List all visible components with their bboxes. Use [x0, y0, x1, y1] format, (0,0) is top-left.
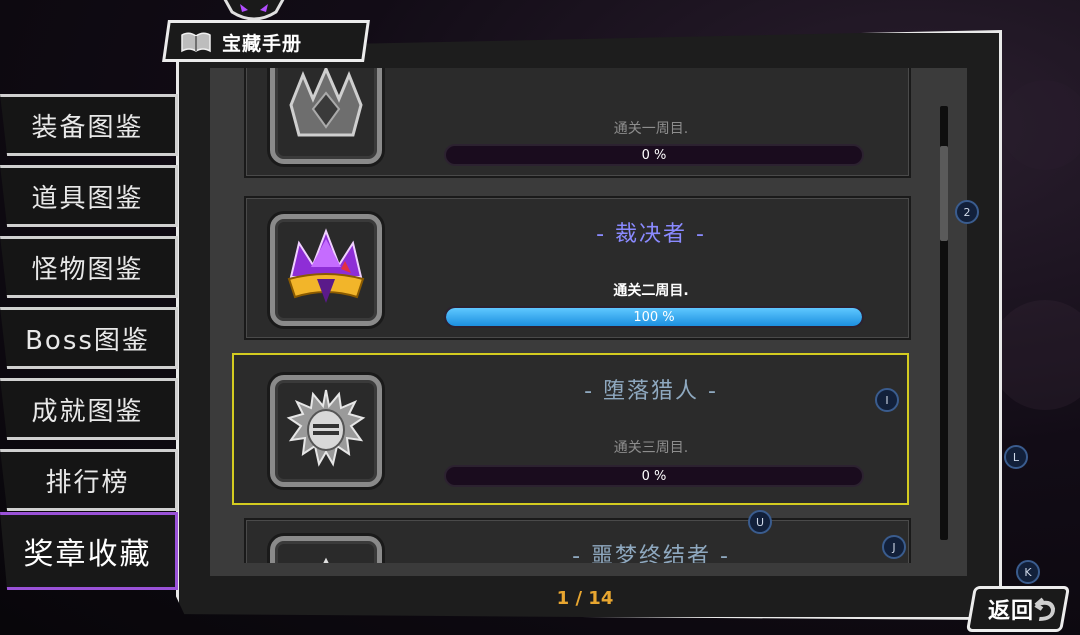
scrollbar[interactable]	[940, 106, 948, 540]
medal-card[interactable]: - 裁决者 - 通关二周目. 100 %	[244, 196, 911, 340]
medal-card[interactable]: 通关一周目. 0 %	[244, 68, 911, 178]
tab-leaderboard[interactable]: 排行榜	[0, 449, 178, 511]
tab-boss-codex[interactable]: Boss图鉴	[0, 307, 178, 369]
hotkey-badge: U	[748, 510, 772, 534]
silver-crown-icon	[323, 557, 329, 563]
tab-equipment-codex[interactable]: 装备图鉴	[0, 94, 178, 156]
medal-icon-frame	[270, 536, 382, 563]
medal-condition: 通关三周目.	[613, 440, 689, 456]
tab-label: 道具图鉴	[31, 183, 144, 214]
tab-label: 怪物图鉴	[31, 254, 144, 285]
book-icon	[181, 32, 211, 53]
knight-helmet-icon	[286, 389, 366, 467]
medal-name: - 裁决者 -	[596, 222, 706, 247]
tab-label: 排行榜	[45, 467, 130, 498]
title-area: 宝藏手册	[180, 24, 302, 60]
medal-name: - 堕落猎人 -	[584, 379, 718, 404]
medal-list-panel: 通关一周目. 0 % - 裁决者 - 通关二周目. 100 % - 堕落猎人 -…	[210, 68, 967, 576]
page-indicator: 1 / 14	[556, 588, 614, 609]
medal-icon-frame	[270, 214, 382, 326]
tab-label: 成就图鉴	[31, 396, 144, 427]
progress-text: 0 %	[641, 469, 667, 484]
scrollbar-thumb[interactable]	[940, 146, 948, 241]
progress-bar: 0 %	[444, 144, 864, 166]
hotkey-badge: J	[882, 535, 906, 559]
progress-text: 100 %	[633, 310, 675, 325]
tab-label: 奖章收藏	[23, 537, 152, 572]
purple-crown-icon	[287, 228, 365, 303]
tab-item-codex[interactable]: 道具图鉴	[0, 165, 178, 227]
medal-card[interactable]: - 噩梦终结者 -	[244, 518, 911, 563]
medal-icon-frame	[270, 68, 382, 164]
hotkey-badge: K	[1016, 560, 1040, 584]
progress-bar: 0 %	[444, 465, 864, 487]
medal-card-selected[interactable]: - 堕落猎人 - 通关三周目. 0 %	[232, 353, 909, 505]
progress-text: 0 %	[641, 148, 667, 163]
hotkey-badge: 2	[955, 200, 979, 224]
tab-monster-codex[interactable]: 怪物图鉴	[0, 236, 178, 298]
medal-condition: 通关二周目.	[613, 283, 689, 299]
back-button[interactable]: 返回	[965, 586, 1071, 632]
page-title: 宝藏手册	[222, 32, 303, 55]
progress-bar: 100 %	[444, 306, 864, 328]
return-arrow-icon	[1034, 597, 1056, 621]
medal-name: - 噩梦终结者 -	[572, 544, 730, 563]
hotkey-badge: I	[875, 388, 899, 412]
medal-list[interactable]: 通关一周目. 0 % - 裁决者 - 通关二周目. 100 % - 堕落猎人 -…	[210, 68, 967, 563]
hotkey-badge: L	[1004, 445, 1028, 469]
tab-achievement-codex[interactable]: 成就图鉴	[0, 378, 178, 440]
background-decoration	[1000, 80, 1080, 170]
tab-label: 装备图鉴	[31, 112, 144, 143]
dark-crown-icon	[289, 68, 363, 137]
tab-label: Boss图鉴	[25, 325, 150, 356]
background-decoration	[990, 300, 1080, 410]
medal-condition: 通关一周目.	[613, 121, 689, 137]
medal-icon-frame	[270, 375, 382, 487]
tab-medal-collection[interactable]: 奖章收藏	[0, 512, 178, 590]
